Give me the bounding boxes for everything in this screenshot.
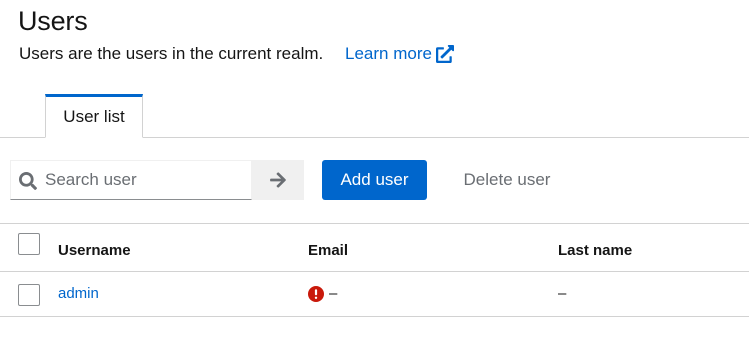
learn-more-link[interactable]: Learn more [345,44,454,64]
column-header-last-name[interactable]: Last name [558,242,632,259]
page-description: Users are the users in the current realm… [19,44,324,63]
exclamation-circle-icon [308,285,324,302]
learn-more-label: Learn more [345,44,432,63]
delete-user-button[interactable]: Delete user [446,160,568,200]
select-all-checkbox[interactable] [18,233,40,255]
search-submit-button[interactable] [252,160,304,200]
column-header-username[interactable]: Username [58,242,131,259]
table-row: admin – – [0,272,749,317]
search-icon [19,172,37,190]
tab-bar: User list [0,94,749,138]
username-link[interactable]: admin [58,285,99,302]
add-user-button[interactable]: Add user [322,160,427,200]
arrow-right-icon [270,172,286,188]
search-user-input[interactable] [45,161,245,199]
column-header-email[interactable]: Email [308,242,348,259]
tab-user-list-label: User list [63,107,125,126]
last-name-cell: – [558,285,567,302]
table-header-row: Username Email Last name [0,223,749,272]
users-toolbar: Add user Delete user [0,160,749,200]
page-title: Users [18,6,88,36]
row-select-checkbox[interactable] [18,284,40,306]
tab-user-list[interactable]: User list [45,94,143,138]
external-link-icon [435,45,454,63]
users-table: Username Email Last name admin – – [0,223,749,317]
email-value: – [329,285,338,302]
search-box [10,160,252,200]
email-cell: – [308,285,337,302]
